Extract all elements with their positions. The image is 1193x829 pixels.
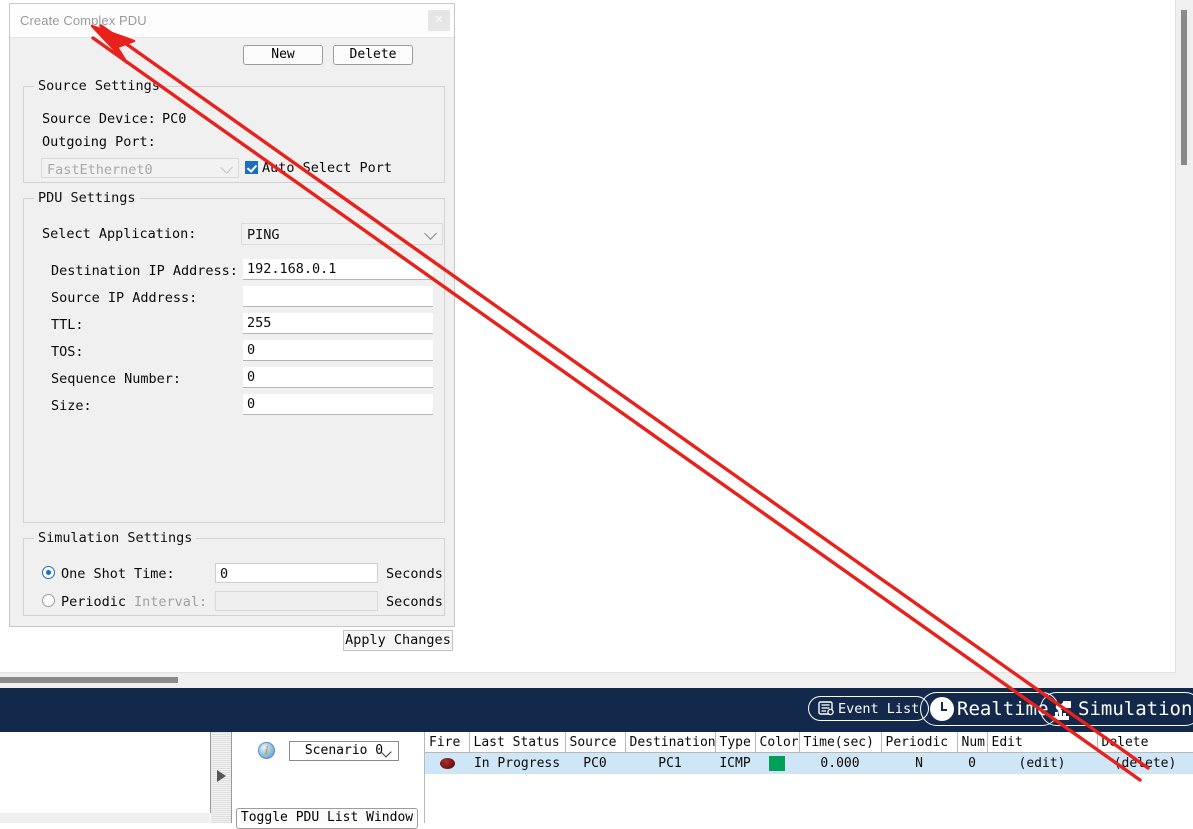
auto-select-port-checkbox[interactable]	[245, 161, 258, 174]
interval-label: Interval:	[134, 594, 208, 610]
canvas-vertical-scrollbar[interactable]	[1175, 0, 1193, 688]
apply-changes-button[interactable]: Apply Changes	[343, 630, 453, 651]
new-scenario-button[interactable]: New	[243, 45, 323, 65]
periodic-label: Periodic	[61, 594, 127, 610]
simulation-mode-button[interactable]: Simulation	[1040, 692, 1193, 726]
workspace-canvas: Create Complex PDU ✕ Source Settings Sou…	[0, 0, 1193, 688]
source-device-label: Source Device:	[42, 111, 156, 127]
simulation-label: Simulation	[1078, 698, 1193, 720]
chevron-down-icon	[220, 161, 233, 174]
cell-edit[interactable]: (edit)	[987, 752, 1097, 774]
delete-scenario-button[interactable]: Delete	[333, 45, 413, 65]
interval-units-label: Seconds	[386, 594, 443, 610]
pdu-settings-legend: PDU Settings	[34, 190, 140, 206]
sequence-number-input[interactable]: 0	[243, 367, 433, 388]
select-application-label: Select Application:	[42, 226, 197, 242]
destination-ip-input[interactable]: 192.168.0.1	[243, 259, 433, 280]
cell-destination: PC1	[625, 752, 715, 774]
event-list-icon	[818, 701, 834, 716]
table-row[interactable]: In Progress PC0 PC1 ICMP 0.000 N 0 (edit…	[425, 752, 1193, 774]
periodic-radio[interactable]	[42, 594, 55, 607]
dialog-titlebar[interactable]: Create Complex PDU ✕	[10, 4, 454, 38]
source-settings-legend: Source Settings	[34, 78, 164, 94]
vertical-scrollbar-thumb[interactable]	[1181, 10, 1187, 165]
col-header-time[interactable]: Time(sec)	[799, 732, 882, 753]
simulation-settings-legend: Simulation Settings	[34, 530, 197, 546]
simulation-play-controls-panel	[0, 732, 211, 813]
col-header-num[interactable]: Num	[957, 732, 988, 753]
size-input[interactable]: 0	[243, 394, 433, 415]
pdu-event-table: Fire Last Status Source Destination Type…	[425, 732, 1193, 823]
outgoing-port-label: Outgoing Port:	[42, 134, 156, 150]
source-device-value: PC0	[162, 111, 187, 127]
periodic-interval-input[interactable]	[215, 591, 378, 611]
outgoing-port-select[interactable]: FastEthernet0	[41, 158, 239, 178]
scenario-value: Scenario 0	[304, 743, 384, 758]
col-header-delete[interactable]: Delete	[1097, 732, 1193, 753]
realtime-label: Realtime	[957, 698, 1049, 720]
tos-input[interactable]: 0	[243, 340, 433, 361]
bottom-panel: i Scenario 0 Fire Last Status Source Des…	[0, 732, 1193, 823]
one-shot-label: One Shot	[61, 566, 127, 582]
cell-delete[interactable]: (delete)	[1097, 752, 1193, 774]
source-ip-input[interactable]	[243, 286, 433, 307]
select-application-value: PING	[247, 227, 280, 243]
scenario-select[interactable]: Scenario 0	[289, 741, 399, 761]
cell-last-status: In Progress	[469, 752, 565, 774]
ttl-input[interactable]: 255	[243, 313, 433, 334]
time-label: Time:	[134, 566, 175, 582]
auto-select-port-label: Auto Select Port	[262, 160, 393, 176]
clock-icon	[930, 697, 954, 721]
ttl-label: TTL:	[51, 317, 84, 333]
cell-color[interactable]	[755, 752, 799, 774]
close-icon[interactable]: ✕	[428, 10, 450, 31]
create-complex-pdu-dialog: Create Complex PDU ✕ Source Settings Sou…	[9, 3, 455, 651]
info-icon[interactable]: i	[258, 742, 275, 759]
panel-footer-strip	[0, 813, 210, 823]
col-header-edit[interactable]: Edit	[987, 732, 1098, 753]
cell-num: 0	[957, 752, 987, 774]
size-label: Size:	[51, 398, 92, 414]
col-header-type[interactable]: Type	[715, 732, 756, 753]
microscope-icon	[1053, 700, 1071, 720]
cell-fire[interactable]	[425, 752, 469, 774]
time-units-label: Seconds	[386, 566, 443, 582]
canvas-horizontal-scrollbar[interactable]	[0, 672, 1176, 688]
col-header-destination[interactable]: Destination	[625, 732, 716, 753]
outgoing-port-value: FastEthernet0	[47, 162, 153, 178]
panel-expand-handle[interactable]	[211, 732, 232, 823]
tos-label: TOS:	[51, 344, 84, 360]
destination-ip-label: Destination IP Address:	[51, 263, 238, 279]
col-header-color[interactable]: Color	[755, 732, 800, 753]
fire-dot-icon[interactable]	[439, 758, 455, 769]
cell-time: 0.000	[799, 752, 881, 774]
event-list-button[interactable]: Event List	[808, 696, 930, 721]
cell-type: ICMP	[715, 752, 755, 774]
one-shot-time-input[interactable]: 0	[215, 563, 378, 583]
event-table-element: Fire Last Status Source Destination Type…	[425, 732, 1193, 774]
sequence-number-label: Sequence Number:	[51, 371, 182, 387]
col-header-source[interactable]: Source	[565, 732, 626, 753]
event-list-label: Event List	[838, 700, 920, 717]
chevron-down-icon	[424, 227, 437, 240]
select-application-select[interactable]: PING	[241, 223, 443, 245]
toggle-pdu-list-window-button[interactable]: Toggle PDU List Window	[236, 808, 418, 829]
color-swatch-icon[interactable]	[769, 756, 785, 771]
col-header-periodic[interactable]: Periodic	[881, 732, 958, 753]
play-triangle-icon[interactable]	[217, 770, 226, 782]
col-header-fire[interactable]: Fire	[425, 732, 470, 753]
cell-periodic: N	[881, 752, 957, 774]
col-header-last-status[interactable]: Last Status	[469, 732, 566, 753]
one-shot-radio[interactable]	[42, 566, 55, 579]
cell-source: PC0	[565, 752, 625, 774]
table-header-row: Fire Last Status Source Destination Type…	[425, 732, 1193, 753]
realtime-mode-button[interactable]: Realtime	[920, 692, 1059, 726]
dialog-title: Create Complex PDU	[20, 13, 147, 28]
horizontal-scrollbar-thumb[interactable]	[0, 677, 178, 683]
source-ip-label: Source IP Address:	[51, 290, 198, 306]
